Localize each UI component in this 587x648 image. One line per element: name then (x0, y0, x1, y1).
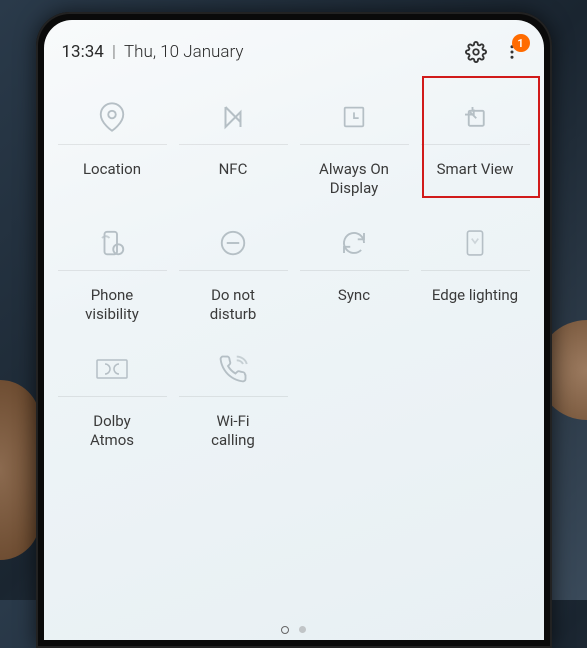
do-not-disturb-icon (216, 226, 250, 260)
status-time: 13:34 (62, 42, 104, 62)
pager-dot-active (281, 626, 289, 634)
sync-icon (337, 226, 371, 260)
tile-do-not-disturb[interactable]: Do not disturb (173, 210, 294, 336)
phone-visibility-icon (95, 226, 129, 260)
nfc-icon (216, 100, 250, 134)
tile-edge-lighting[interactable]: Edge lighting (415, 210, 536, 336)
tile-smart-view[interactable]: Smart View (415, 84, 536, 210)
tile-label: Edge lighting (432, 286, 518, 324)
status-separator: | (112, 42, 116, 62)
tile-wifi-calling[interactable]: Wi-Fi calling (173, 336, 294, 462)
status-bar: 13:34 | Thu, 10 January 1 (44, 20, 544, 74)
pager-dot (299, 626, 306, 633)
location-pin-icon (95, 100, 129, 134)
tile-label: Wi-Fi calling (211, 412, 255, 450)
quick-settings-grid: Location NFC Always On Display (44, 74, 544, 462)
tile-label: Location (83, 160, 141, 198)
tile-label: Sync (338, 286, 370, 324)
edge-lighting-icon (458, 226, 492, 260)
tile-label: Phone visibility (85, 286, 139, 324)
phone-frame: 13:34 | Thu, 10 January 1 (36, 12, 552, 648)
phone-screen: 13:34 | Thu, 10 January 1 (44, 20, 544, 640)
notification-badge: 1 (512, 34, 530, 52)
tile-label: Dolby Atmos (90, 412, 134, 450)
tile-sync[interactable]: Sync (294, 210, 415, 336)
tile-always-on-display[interactable]: Always On Display (294, 84, 415, 210)
settings-button[interactable] (462, 38, 490, 66)
tile-dolby-atmos[interactable]: Dolby Atmos (52, 336, 173, 462)
tile-location[interactable]: Location (52, 84, 173, 210)
tile-label: Smart View (437, 160, 514, 198)
clock-square-icon (337, 100, 371, 134)
tile-phone-visibility[interactable]: Phone visibility (52, 210, 173, 336)
wifi-calling-icon (216, 352, 250, 386)
more-button[interactable]: 1 (498, 38, 526, 66)
status-date: Thu, 10 January (124, 42, 243, 62)
page-indicator[interactable] (44, 626, 544, 634)
dolby-icon (95, 352, 129, 386)
gear-icon (465, 41, 487, 63)
hand-left (0, 380, 40, 560)
tile-nfc[interactable]: NFC (173, 84, 294, 210)
tile-label: Do not disturb (210, 286, 257, 324)
tile-label: NFC (219, 160, 248, 198)
tile-label: Always On Display (319, 160, 389, 198)
smart-view-icon (458, 100, 492, 134)
